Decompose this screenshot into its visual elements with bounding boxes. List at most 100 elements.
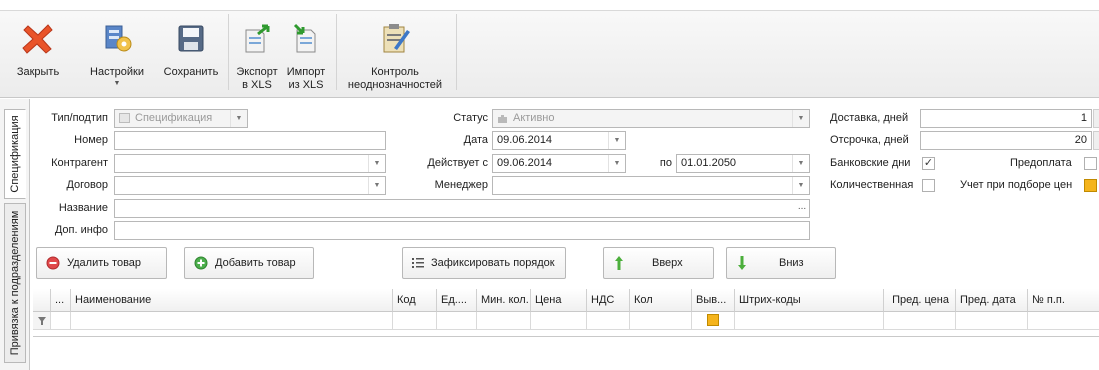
chevron-down-icon[interactable]: ▼ [608, 155, 625, 172]
valid-to-label: по [659, 157, 672, 169]
grid-corner[interactable] [33, 289, 51, 312]
tab-department-binding[interactable]: Привязка к подразделениям [4, 203, 26, 363]
manager-select[interactable]: ▼ [492, 176, 810, 195]
counterparty-label: Контрагент [51, 157, 108, 169]
ribbon-separator [228, 14, 229, 90]
table-cell[interactable] [587, 312, 630, 330]
delivery-days-field[interactable]: 1 [920, 109, 1092, 128]
column-header[interactable]: Цена [531, 289, 587, 312]
tab-specification[interactable]: Спецификация [4, 109, 26, 199]
deferral-days-field[interactable]: 20 [920, 131, 1092, 150]
bank-days-checkbox[interactable]: ✓ [922, 157, 935, 170]
deferral-spin-button[interactable] [1093, 131, 1099, 150]
table-cell[interactable] [1028, 312, 1099, 330]
number-label: Номер [74, 134, 108, 146]
prepay-checkbox[interactable] [1084, 157, 1097, 170]
date-label: Дата [463, 134, 488, 146]
valid-to-field[interactable]: 01.01.2050 ▼ [676, 154, 810, 173]
column-header[interactable]: Ед.... [437, 289, 477, 312]
table-cell[interactable] [630, 312, 692, 330]
counterparty-select[interactable]: ▼ [114, 154, 386, 173]
puzzle-icon [497, 113, 508, 123]
vertical-tab-strip: Спецификация Привязка к подразделениям [0, 99, 30, 370]
delivery-spin-button[interactable] [1093, 109, 1099, 128]
column-header[interactable]: НДС [587, 289, 630, 312]
table-cell[interactable] [735, 312, 884, 330]
table-cell[interactable] [477, 312, 531, 330]
contract-select[interactable]: ▼ [114, 176, 386, 195]
import-xls-button[interactable]: Импорт из XLS [284, 12, 328, 92]
move-down-button[interactable]: Вниз [726, 247, 836, 279]
quantitative-label: Количественная [830, 179, 914, 191]
column-header[interactable]: Выв... [692, 289, 735, 312]
table-cell[interactable] [956, 312, 1028, 330]
column-header[interactable]: Мин. кол. [477, 289, 531, 312]
column-header[interactable]: Штрих-коды [735, 289, 884, 312]
status-select[interactable]: Активно ▼ [492, 109, 810, 128]
prepay-label: Предоплата [1010, 157, 1072, 169]
close-label: Закрыть [16, 66, 60, 78]
settings-label: Настройки [90, 66, 144, 78]
chevron-down-icon[interactable]: ▼ [368, 155, 385, 172]
quantitative-checkbox[interactable] [922, 179, 935, 192]
table-cell[interactable] [393, 312, 437, 330]
column-header[interactable]: Код [393, 289, 437, 312]
delete-icon [46, 256, 60, 270]
type-select[interactable]: Спецификация ▼ [114, 109, 248, 128]
table-cell[interactable] [531, 312, 587, 330]
extra-info-field[interactable] [114, 221, 810, 240]
ribbon-separator [336, 14, 337, 90]
ellipsis-button[interactable]: ... [795, 200, 809, 217]
column-header[interactable]: ... [51, 289, 71, 312]
document-icon [119, 113, 130, 123]
number-field[interactable] [114, 131, 386, 150]
new-row-indicator[interactable] [33, 312, 51, 330]
chevron-down-icon[interactable]: ▼ [368, 177, 385, 194]
chevron-down-icon[interactable]: ▼ [230, 110, 247, 127]
valid-from-field[interactable]: 09.06.2014 ▼ [492, 154, 626, 173]
settings-button[interactable]: Настройки ▼ [85, 12, 149, 92]
contract-label: Договор [66, 179, 108, 191]
chevron-down-icon[interactable]: ▼ [792, 110, 809, 127]
settings-icon [105, 25, 132, 52]
export-label: Экспорт в XLS [236, 66, 278, 91]
checklist-icon [383, 24, 410, 53]
close-button[interactable]: Закрыть [10, 12, 66, 92]
column-header[interactable]: Пред. цена [884, 289, 956, 312]
ribbon-toolbar: Закрыть Настройки ▼ Сохранить Экспорт в … [0, 0, 1099, 98]
save-button[interactable]: Сохранить [160, 12, 222, 92]
display-checkbox[interactable] [707, 314, 719, 326]
column-header[interactable]: Кол [630, 289, 692, 312]
table-cell[interactable] [51, 312, 71, 330]
column-header[interactable]: Пред. дата [956, 289, 1028, 312]
add-item-button[interactable]: Добавить товар [184, 247, 314, 279]
price-pick-checkbox[interactable] [1084, 179, 1097, 192]
filter-icon [38, 317, 46, 325]
date-field[interactable]: 09.06.2014 ▼ [492, 131, 626, 150]
ribbon-separator [456, 14, 457, 90]
export-xls-button[interactable]: Экспорт в XLS [234, 12, 280, 92]
delete-item-button[interactable]: Удалить товар [36, 247, 167, 279]
fix-order-button[interactable]: Зафиксировать порядок [402, 247, 566, 279]
column-header[interactable]: Наименование [71, 289, 393, 312]
delivery-label: Доставка, дней [830, 112, 909, 124]
close-icon [22, 24, 53, 54]
price-pick-label: Учет при подборе цен [960, 179, 1073, 191]
add-icon [194, 256, 208, 270]
deferral-label: Отсрочка, дней [830, 134, 909, 146]
table-cell[interactable] [437, 312, 477, 330]
chevron-down-icon[interactable]: ▼ [792, 177, 809, 194]
manager-label: Менеджер [434, 179, 488, 191]
table-cell[interactable] [692, 312, 735, 330]
chevron-down-icon[interactable]: ▼ [608, 132, 625, 149]
ribbon-top-strip [0, 0, 1099, 11]
table-cell[interactable] [884, 312, 956, 330]
ambiguity-control-button[interactable]: Контроль неоднозначностей [340, 12, 450, 92]
chevron-down-icon[interactable]: ▼ [792, 155, 809, 172]
table-cell[interactable] [71, 312, 393, 330]
name-field[interactable]: ... [114, 199, 810, 218]
column-header[interactable]: № п.п. [1028, 289, 1099, 312]
bank-days-label: Банковские дни [830, 157, 911, 169]
chevron-down-icon: ▼ [113, 80, 121, 87]
move-up-button[interactable]: Вверх [603, 247, 714, 279]
